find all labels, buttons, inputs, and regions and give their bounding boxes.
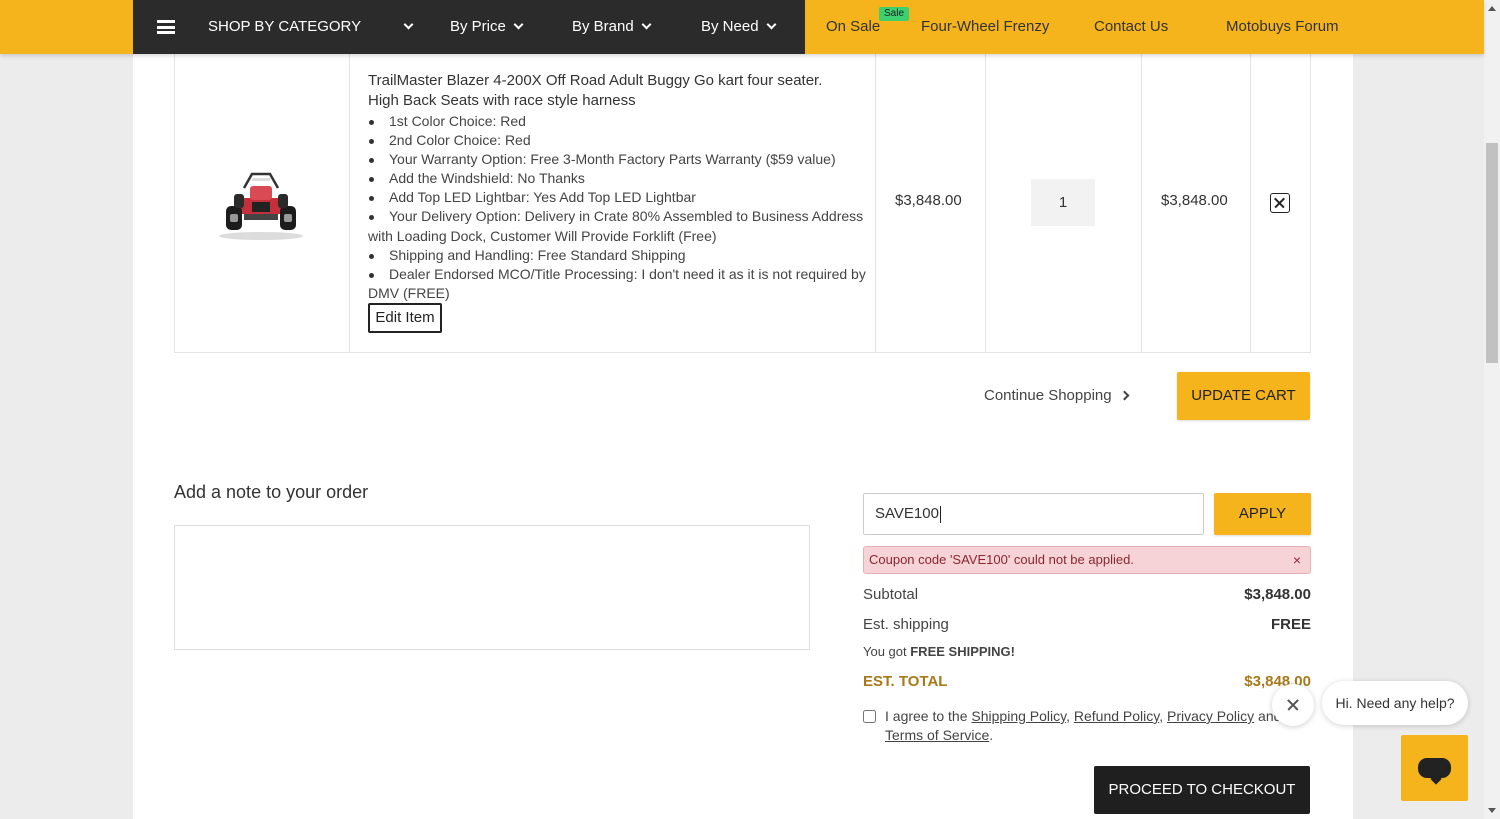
order-note-textarea[interactable]: [174, 525, 810, 650]
subtotal-label: Subtotal: [863, 586, 919, 603]
top-navigation: SHOP BY CATEGORY By Price By Brand By Ne…: [0, 0, 1484, 54]
close-icon[interactable]: ×: [1293, 547, 1301, 573]
line-total: $3,848.00: [1161, 192, 1228, 209]
agree-checkbox[interactable]: [863, 710, 876, 723]
nav-shop-by-category[interactable]: SHOP BY CATEGORY: [208, 0, 361, 54]
edit-item-button[interactable]: Edit Item: [368, 303, 442, 333]
nav-by-price-label: By Price: [450, 18, 506, 35]
nav-by-brand[interactable]: By Brand: [572, 0, 652, 54]
list-item: Dealer Endorsed MCO/Title Processing: I …: [368, 265, 868, 303]
separator: ,: [1159, 708, 1167, 724]
privacy-policy-link[interactable]: Privacy Policy: [1167, 708, 1254, 724]
list-item: Your Delivery Option: Delivery in Crate …: [368, 207, 868, 245]
list-item: Your Warranty Option: Free 3-Month Facto…: [368, 150, 868, 169]
nav-by-need[interactable]: By Need: [701, 0, 776, 54]
nav-motobuys-forum[interactable]: Motobuys Forum: [1226, 0, 1339, 54]
chevron-down-icon: [513, 19, 524, 30]
page-scrollbar[interactable]: [1484, 0, 1500, 819]
chat-close-icon[interactable]: [1272, 684, 1314, 726]
product-options-list: 1st Color Choice: Red 2nd Color Choice: …: [368, 112, 868, 303]
chevron-down-icon: [641, 19, 652, 30]
shipping-row: Est. shipping FREE: [863, 616, 1311, 633]
nav-dark-section: SHOP BY CATEGORY By Price By Brand By Ne…: [133, 0, 805, 54]
scroll-up-icon[interactable]: [1488, 6, 1496, 11]
agree-prefix: I agree to the: [885, 708, 972, 724]
coupon-error-alert: Coupon code 'SAVE100' could not be appli…: [863, 546, 1311, 574]
table-divider: [349, 54, 350, 353]
coupon-input[interactable]: SAVE100: [863, 493, 1204, 535]
chevron-right-icon: [1119, 390, 1130, 401]
subtotal-row: Subtotal $3,848.00: [863, 586, 1311, 603]
nav-contact-us[interactable]: Contact Us: [1094, 0, 1168, 54]
continue-shopping-label: Continue Shopping: [984, 387, 1112, 404]
chat-icon[interactable]: [1401, 735, 1468, 801]
nav-four-wheel-frenzy[interactable]: Four-Wheel Frenzy: [921, 0, 1049, 54]
quantity-input[interactable]: 1: [1031, 179, 1095, 226]
free-shipping-prefix: You got: [863, 644, 911, 659]
continue-shopping-link[interactable]: Continue Shopping: [984, 386, 1130, 406]
update-cart-button[interactable]: UPDATE CART: [1177, 372, 1310, 420]
coupon-error-text: Coupon code 'SAVE100' could not be appli…: [869, 552, 1134, 567]
total-row: EST. TOTAL $3,848.00: [863, 673, 1311, 690]
period: .: [989, 727, 994, 743]
scrollbar-thumb[interactable]: [1486, 143, 1498, 363]
product-buggy-image[interactable]: [214, 168, 308, 242]
shipping-label: Est. shipping: [863, 616, 949, 633]
chevron-down-icon: [403, 19, 414, 30]
coupon-input-value: SAVE100: [875, 505, 939, 522]
nav-on-sale[interactable]: On Sale: [826, 0, 880, 54]
chevron-down-icon: [766, 19, 776, 30]
chat-greeting-bubble[interactable]: Hi. Need any help?: [1322, 681, 1468, 725]
list-item: 2nd Color Choice: Red: [368, 131, 868, 150]
nav-by-need-label: By Need: [701, 18, 759, 35]
refund-policy-link[interactable]: Refund Policy: [1074, 708, 1159, 724]
unit-price: $3,848.00: [895, 192, 962, 209]
list-item: Add Top LED Lightbar: Yes Add Top LED Li…: [368, 188, 868, 207]
terms-of-service-link[interactable]: Terms of Service: [885, 727, 989, 743]
nav-category-dropdown[interactable]: [396, 0, 414, 54]
list-item: Add the Windshield: No Thanks: [368, 169, 868, 188]
sale-badge: Sale: [879, 7, 910, 21]
shipping-policy-link[interactable]: Shipping Policy: [971, 708, 1066, 724]
table-divider: [875, 54, 876, 353]
free-shipping-bold: FREE SHIPPING!: [910, 644, 1015, 659]
nav-by-brand-label: By Brand: [572, 18, 634, 35]
list-item: 1st Color Choice: Red: [368, 112, 868, 131]
list-item: Shipping and Handling: Free Standard Shi…: [368, 246, 868, 265]
table-divider: [1250, 54, 1251, 353]
scroll-down-icon[interactable]: [1488, 808, 1496, 813]
product-title[interactable]: TrailMaster Blazer 4-200X Off Road Adult…: [368, 71, 848, 111]
proceed-to-checkout-button[interactable]: PROCEED TO CHECKOUT: [1094, 766, 1310, 814]
total-label: EST. TOTAL: [863, 673, 948, 690]
apply-coupon-button[interactable]: APPLY: [1214, 493, 1311, 535]
free-shipping-message: You got FREE SHIPPING!: [863, 644, 1311, 659]
separator: ,: [1066, 708, 1074, 724]
shipping-value: FREE: [1270, 616, 1311, 633]
table-divider: [1141, 54, 1142, 353]
nav-by-price[interactable]: By Price: [450, 0, 524, 54]
menu-icon[interactable]: [157, 20, 175, 34]
text-caret: [939, 505, 941, 523]
terms-agreement: I agree to the Shipping Policy, Refund P…: [863, 707, 1303, 745]
table-divider: [985, 54, 986, 353]
subtotal-value: $3,848.00: [1244, 586, 1311, 603]
order-note-title: Add a note to your order: [174, 482, 369, 502]
remove-item-close-icon[interactable]: [1270, 193, 1290, 213]
